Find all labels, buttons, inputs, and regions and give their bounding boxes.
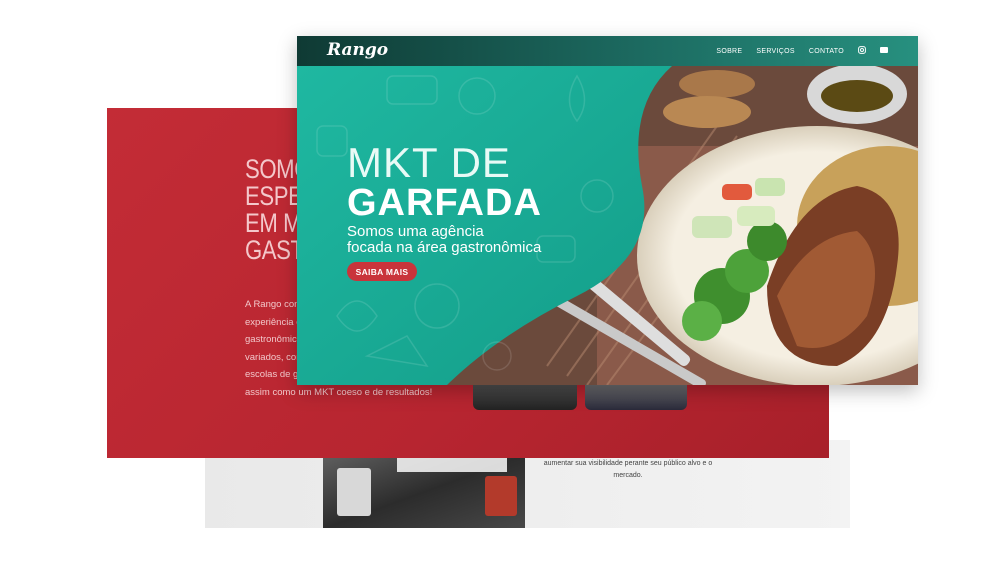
- mockup-stage: aumentar sua visibilidade perante seu pú…: [0, 0, 1000, 561]
- photo-detail: [485, 476, 517, 516]
- nav-item-sobre[interactable]: SOBRE: [716, 48, 742, 55]
- nav-item-servicos[interactable]: SERVIÇOS: [756, 48, 794, 55]
- gray-section-text: aumentar sua visibilidade perante seu pú…: [543, 460, 713, 479]
- hero-card: Rango SOBRE SERVIÇOS CONTATO MKT DE GARF…: [297, 36, 918, 385]
- hero-subtitle-line: Somos uma agência: [347, 223, 484, 240]
- instagram-icon[interactable]: [858, 46, 866, 56]
- saiba-mais-button[interactable]: SAIBA MAIS: [347, 262, 417, 281]
- paragraph-line: assim como um MKT coeso e de resultados!: [245, 386, 433, 398]
- photo-detail: [337, 468, 371, 516]
- hero-title-line-2: GARFADA: [347, 182, 542, 224]
- nav-menu: SOBRE SERVIÇOS CONTATO: [716, 36, 888, 66]
- mail-icon[interactable]: [880, 47, 888, 55]
- top-navbar: Rango SOBRE SERVIÇOS CONTATO: [297, 36, 918, 66]
- thumbnail-row: [473, 380, 693, 416]
- rango-logo[interactable]: Rango: [327, 40, 388, 60]
- hero-subtitle: Somos uma agência focada na área gastron…: [347, 224, 567, 256]
- hero-title-line-1: MKT DE: [347, 139, 511, 186]
- hero-subtitle-line: focada na área gastronômica: [347, 239, 542, 256]
- nav-item-contato[interactable]: CONTATO: [809, 48, 844, 55]
